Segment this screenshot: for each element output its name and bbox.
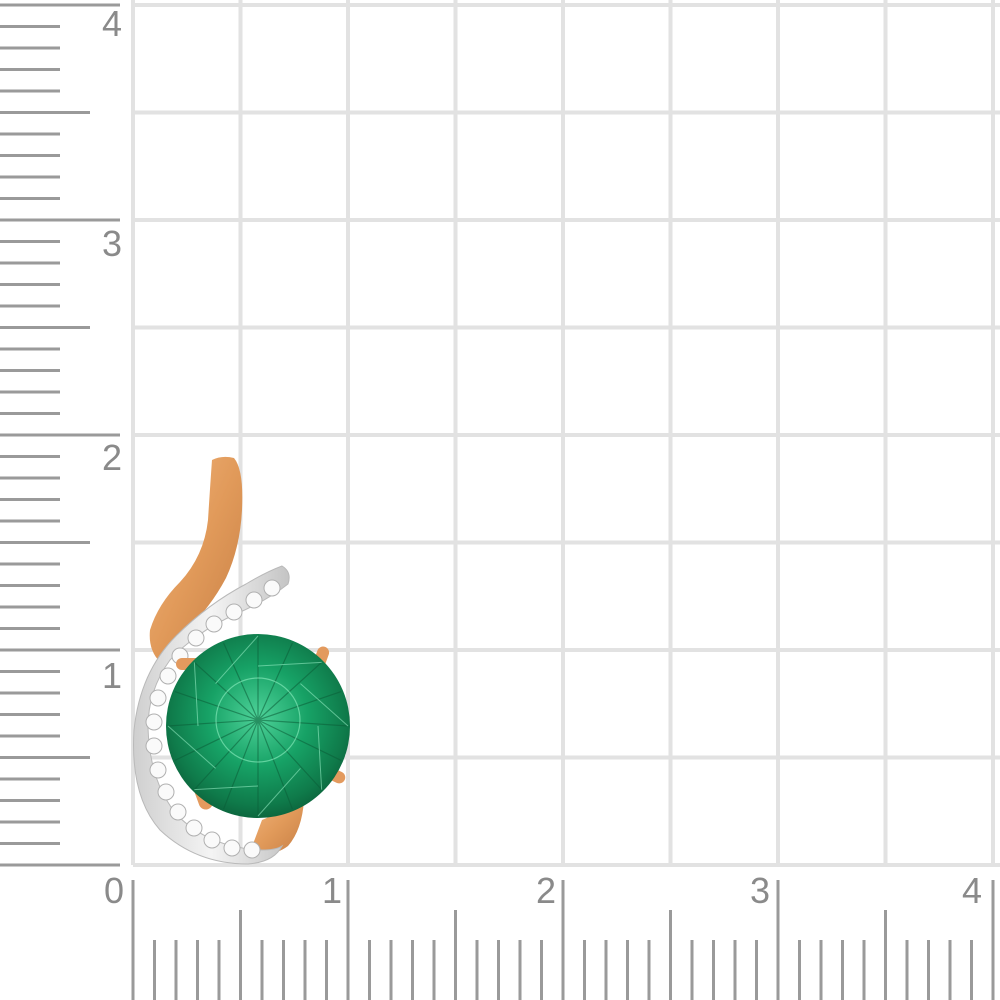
diamond-stone xyxy=(169,803,187,821)
vertical-ruler-labels: 4 3 2 1 xyxy=(102,3,122,696)
diamond-stone xyxy=(243,841,261,859)
jewelry-ruler-scene: 4 3 2 1 0 1 2 3 4 xyxy=(0,0,1000,1000)
vertical-label-2: 2 xyxy=(102,437,122,478)
diamond-stone xyxy=(223,839,241,857)
diamond-stone xyxy=(203,831,221,849)
horizontal-label-4: 4 xyxy=(962,870,982,911)
horizontal-label-1: 1 xyxy=(322,870,342,911)
vertical-label-3: 3 xyxy=(102,223,122,264)
horizontal-ruler-labels: 0 1 2 3 4 xyxy=(104,870,982,911)
horizontal-label-3: 3 xyxy=(750,870,770,911)
diamond-stone xyxy=(205,615,223,633)
horizontal-label-2: 2 xyxy=(536,870,556,911)
diamond-stone xyxy=(149,689,167,707)
diamond-stone xyxy=(145,737,163,755)
vertical-label-1: 1 xyxy=(102,655,122,696)
diamond-stone xyxy=(245,591,263,609)
diamond-stone xyxy=(145,713,163,731)
diamond-stone xyxy=(149,761,167,779)
horizontal-ruler xyxy=(131,880,995,1000)
vertical-ruler xyxy=(0,3,120,867)
vertical-label-4: 4 xyxy=(102,3,122,44)
diamond-stone xyxy=(225,603,243,621)
horizontal-label-0: 0 xyxy=(104,870,124,911)
diamond-stone xyxy=(159,667,177,685)
diamond-stone xyxy=(263,579,281,597)
diamond-stone xyxy=(187,629,205,647)
diamond-stone xyxy=(157,783,175,801)
diamond-stone xyxy=(185,819,203,837)
